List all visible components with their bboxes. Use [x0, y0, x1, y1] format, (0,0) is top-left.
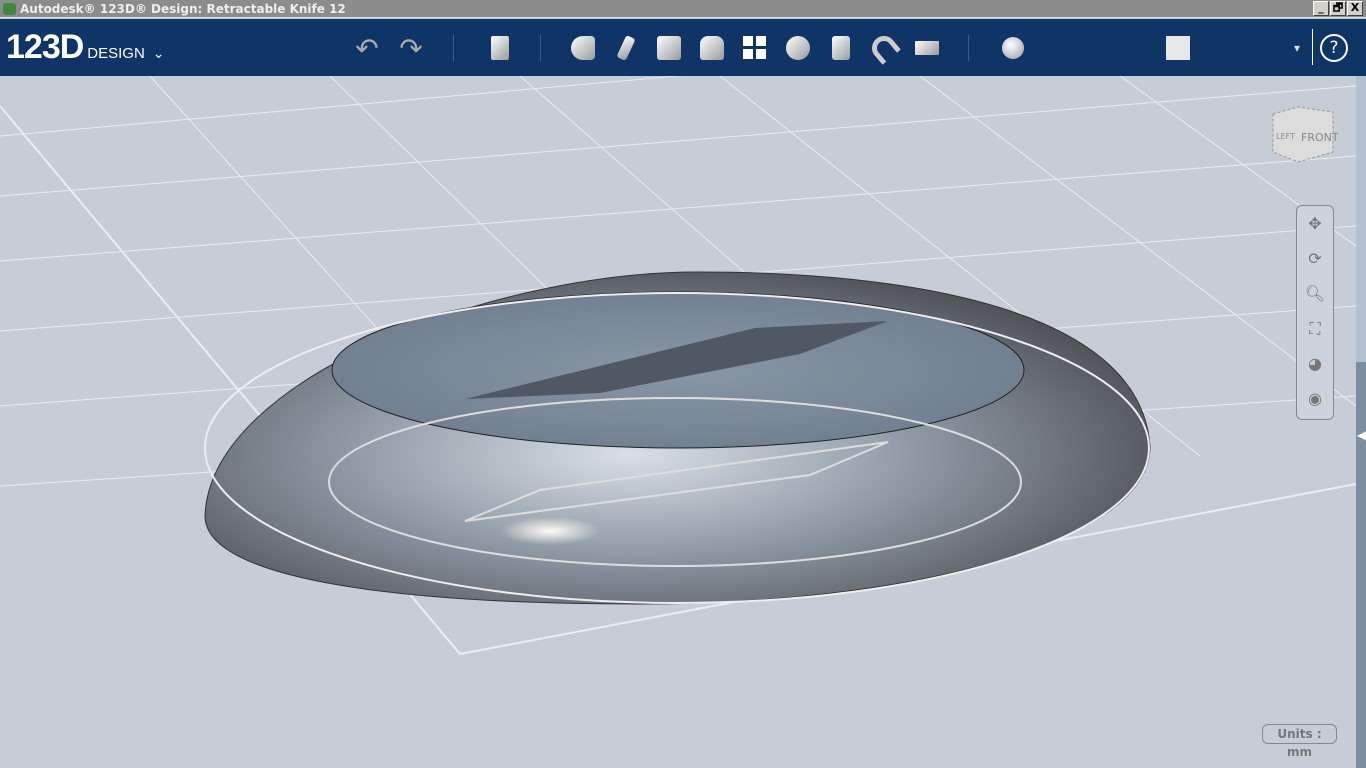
fit-icon: ⛶ — [1309, 319, 1320, 339]
workspace-scene[interactable] — [0, 76, 1356, 768]
knife-body-model — [205, 272, 1150, 604]
pan-button[interactable]: ✥ — [1297, 206, 1333, 241]
app-menu-button[interactable]: 123D DESIGN ⌄ — [6, 28, 165, 67]
orbit-icon: ⟳ — [1308, 249, 1321, 268]
help-button[interactable]: ? — [1320, 34, 1348, 62]
combine-button[interactable] — [824, 31, 858, 65]
redo-button[interactable]: ↷ — [394, 31, 428, 65]
viewcube-front[interactable]: FRONT — [1301, 131, 1338, 144]
fit-button[interactable]: ⛶ — [1297, 311, 1333, 346]
scrollbar-thumb[interactable] — [1356, 362, 1366, 768]
snap-button[interactable] — [867, 31, 901, 65]
minimize-button[interactable]: _ — [1313, 1, 1329, 16]
magnet-icon — [867, 31, 901, 65]
sketch-icon — [616, 35, 635, 61]
viewcube-left[interactable]: LEFT — [1276, 132, 1295, 141]
pattern-icon — [743, 36, 767, 60]
account-dropdown[interactable]: ▾ — [1287, 31, 1307, 65]
combine-icon — [832, 36, 850, 60]
title-bar: Autodesk® 123D® Design: Retractable Knif… — [0, 0, 1366, 18]
pattern-button[interactable] — [738, 31, 772, 65]
orbit-button[interactable]: ⟳ — [1297, 241, 1333, 276]
restore-button[interactable]: 🗗 — [1330, 1, 1346, 16]
divider — [453, 35, 454, 61]
undo-button[interactable]: ↶ — [350, 31, 384, 65]
window-title: Autodesk® 123D® Design: Retractable Knif… — [20, 2, 346, 16]
visibility-button[interactable]: ◉ — [1297, 381, 1333, 416]
visual-style-icon: ◕ — [1308, 354, 1322, 373]
units-indicator[interactable]: Units : mm — [1262, 724, 1337, 744]
ruler-icon — [915, 41, 939, 55]
chevron-down-icon: ⌄ — [153, 45, 165, 62]
divider — [1312, 29, 1313, 65]
construct-icon — [657, 36, 681, 60]
measure-button[interactable] — [910, 31, 944, 65]
navigation-bar: ✥ ⟳ 🔍︎ ⛶ ◕ ◉ — [1296, 205, 1334, 420]
right-panel-scrollbar[interactable]: ◀ — [1356, 76, 1366, 768]
material-sphere-icon — [1002, 37, 1024, 59]
primitives-button[interactable] — [566, 31, 600, 65]
grouping-button[interactable] — [781, 31, 815, 65]
main-toolbar: 123D DESIGN ⌄ ↶ ↷ ▾ ? — [0, 19, 1366, 76]
material-button[interactable] — [996, 31, 1030, 65]
modify-button[interactable] — [695, 31, 729, 65]
logo-text: 123D — [6, 28, 83, 67]
construct-button[interactable] — [652, 31, 686, 65]
zoom-icon: 🔍︎ — [1305, 284, 1325, 303]
eye-icon: ◉ — [1308, 389, 1322, 408]
modify-icon — [700, 36, 724, 60]
app-icon — [3, 3, 16, 15]
zoom-button[interactable]: 🔍︎ — [1297, 276, 1333, 311]
view-cube[interactable]: LEFT FRONT — [1268, 104, 1338, 164]
divider — [968, 35, 969, 61]
expand-panel-arrow-icon[interactable]: ◀ — [1357, 428, 1366, 442]
pan-icon: ✥ — [1308, 214, 1321, 233]
user-avatar-icon — [1166, 36, 1190, 60]
3d-viewport[interactable]: LEFT FRONT ✥ ⟳ 🔍︎ ⛶ ◕ ◉ Units : mm — [0, 76, 1356, 768]
user-account-button[interactable] — [1161, 31, 1195, 65]
transform-icon — [491, 36, 509, 60]
transform-button[interactable] — [483, 31, 517, 65]
visual-style-button[interactable]: ◕ — [1297, 346, 1333, 381]
sketch-button[interactable] — [609, 31, 643, 65]
primitives-icon — [571, 36, 595, 60]
close-button[interactable]: X — [1347, 1, 1363, 16]
grouping-icon — [786, 36, 810, 60]
divider — [540, 35, 541, 61]
logo-subtext: DESIGN — [87, 45, 145, 62]
